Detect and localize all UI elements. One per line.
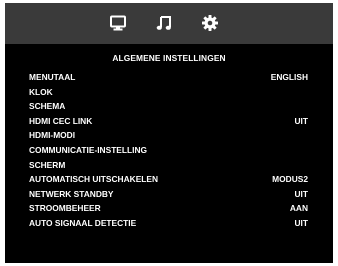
menu-item-stroombeheer[interactable]: STROOMBEHEER AAN	[5, 201, 333, 216]
menu-item-label: HDMI CEC LINK	[29, 115, 93, 126]
music-note-icon	[155, 14, 173, 32]
menu-item-label: MENUTAAL	[29, 72, 76, 82]
menu-item-automatisch-uitschakelen[interactable]: AUTOMATISCH UITSCHAKELEN MODUS2	[5, 172, 333, 187]
menu-item-label: COMMUNICATIE-INSTELLING	[29, 144, 148, 155]
menu-item-scherm[interactable]: SCHERM	[5, 158, 333, 173]
menu-item-value: UIT	[294, 115, 309, 126]
menu-item-menutaal[interactable]: MENUTAAL ENGLISH	[5, 70, 333, 85]
panel-title: ALGEMENE INSTELLINGEN	[112, 53, 226, 63]
menu-item-communicatie-instelling[interactable]: COMMUNICATIE-INSTELLING	[5, 143, 333, 158]
menu-item-label: KLOK	[29, 86, 53, 97]
menu-item-value: UIT	[294, 188, 309, 199]
menu-item-value: MODUS2	[272, 174, 308, 185]
menu-item-label: AUTOMATISCH UITSCHAKELEN	[29, 174, 159, 185]
gear-icon	[201, 14, 219, 32]
tab-audio[interactable]	[155, 14, 173, 32]
menu-item-label: SCHERM	[29, 159, 66, 170]
menu-item-value: AAN	[289, 203, 308, 214]
tab-picture[interactable]	[109, 14, 127, 32]
menu-item-auto-signaal-detectie[interactable]: AUTO SIGNAAL DETECTIE UIT	[5, 216, 333, 231]
menu-item-label: AUTO SIGNAAL DETECTIE	[29, 217, 137, 228]
menu-item-value: UIT	[294, 217, 309, 228]
menu-item-label: HDMI-MODI	[29, 130, 76, 141]
monitor-icon	[109, 14, 127, 32]
menu-item-schema[interactable]: SCHEMA	[5, 99, 333, 114]
menu-item-label: NETWERK STANDBY	[29, 188, 114, 199]
menu-item-label: SCHEMA	[29, 101, 66, 112]
menu-item-hdmi-cec-link[interactable]: HDMI CEC LINK UIT	[5, 114, 333, 129]
menu-item-value: ENGLISH	[270, 72, 308, 82]
settings-list: MENUTAAL ENGLISH KLOK SCHEMA HDMI CEC LI…	[5, 70, 333, 231]
settings-menu-window: ALGEMENE INSTELLINGEN MENUTAAL ENGLISH K…	[5, 3, 333, 263]
tab-settings[interactable]	[201, 14, 219, 32]
menu-item-label: STROOMBEHEER	[29, 203, 101, 214]
tab-bar	[5, 3, 333, 44]
menu-item-netwerk-standby[interactable]: NETWERK STANDBY UIT	[5, 187, 333, 202]
settings-panel: ALGEMENE INSTELLINGEN MENUTAAL ENGLISH K…	[5, 44, 333, 263]
menu-item-hdmi-modi[interactable]: HDMI-MODI	[5, 128, 333, 143]
menu-item-klok[interactable]: KLOK	[5, 85, 333, 100]
